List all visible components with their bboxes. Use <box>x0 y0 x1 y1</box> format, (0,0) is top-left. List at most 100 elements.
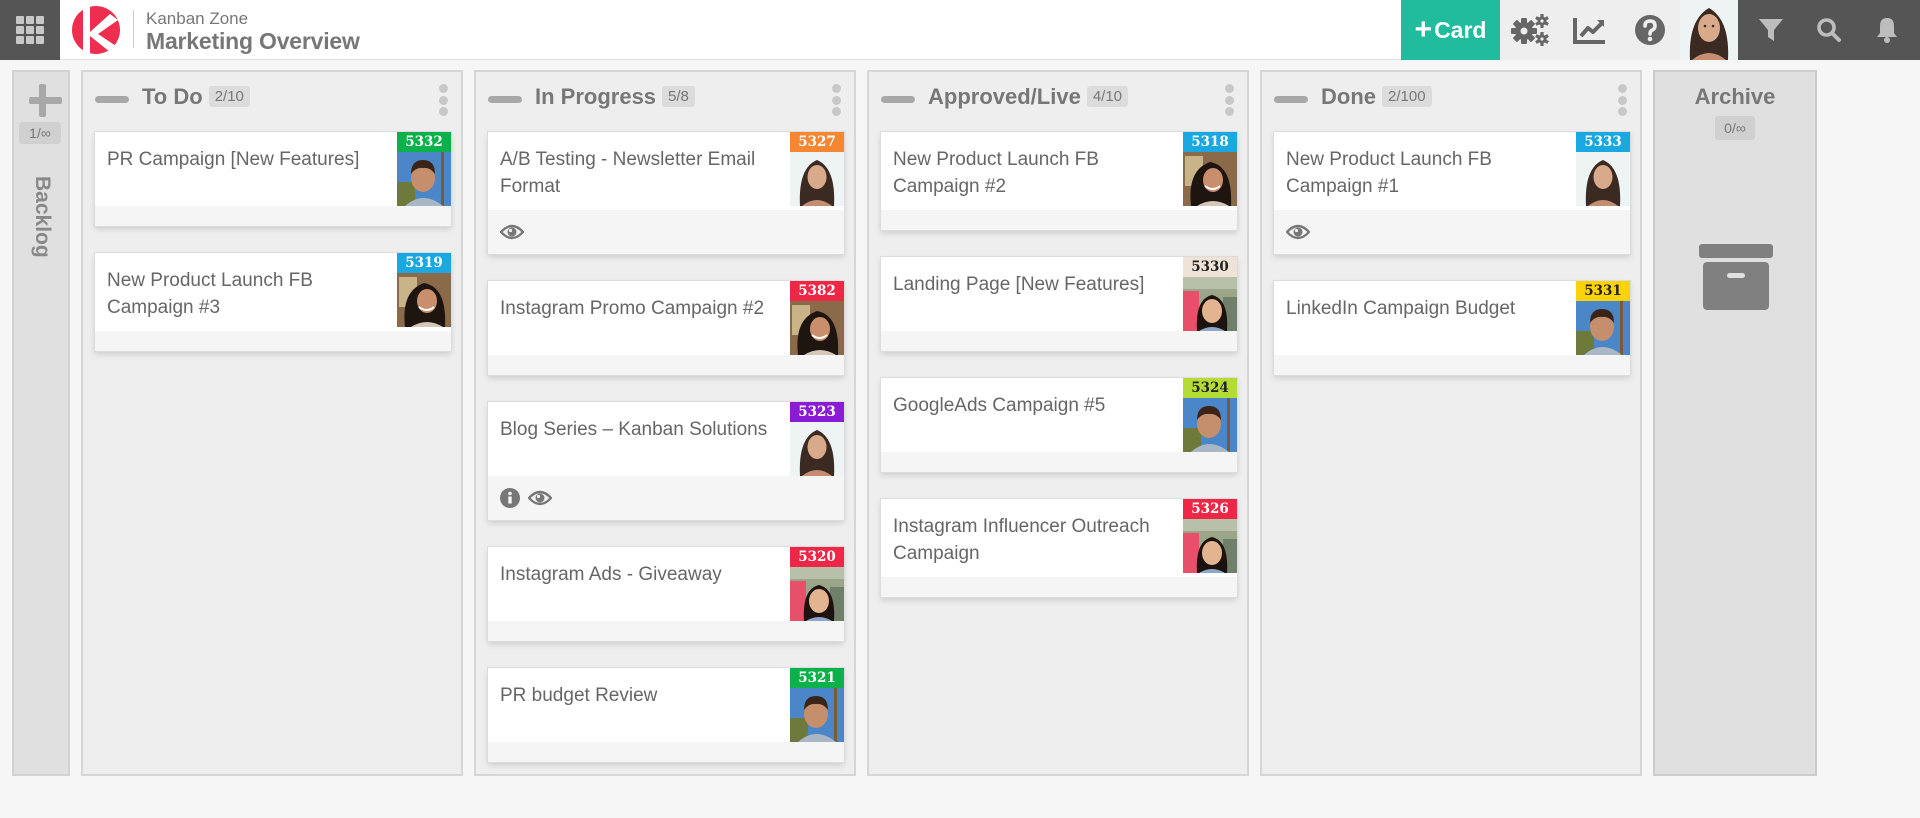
info-icon[interactable] <box>500 488 520 508</box>
collapse-column-button[interactable] <box>881 96 915 103</box>
help-button[interactable] <box>1620 0 1680 60</box>
eye-icon[interactable] <box>500 224 524 240</box>
column-title[interactable]: To Do 2/10 <box>142 84 250 110</box>
column-title[interactable]: Approved/Live 4/10 <box>928 84 1129 110</box>
board-title[interactable]: Marketing Overview <box>146 28 360 55</box>
card-id-badge: 5382 <box>790 281 844 301</box>
column-header: To Do 2/10 <box>83 72 461 122</box>
add-backlog-card-button[interactable] <box>29 84 62 117</box>
card-title: A/B Testing - Newsletter Email Format <box>500 149 756 197</box>
collapse-column-button[interactable] <box>488 96 522 103</box>
filter-icon <box>1759 19 1783 41</box>
card-title: New Product Launch FB Campaign #3 <box>107 270 313 318</box>
card-footer <box>1274 355 1630 375</box>
settings-button[interactable] <box>1500 0 1560 60</box>
card-footer <box>1274 210 1630 254</box>
card[interactable]: LinkedIn Campaign Budget 5331 <box>1274 281 1630 375</box>
column-menu-button[interactable] <box>832 84 842 116</box>
analytics-button[interactable] <box>1560 0 1620 60</box>
backlog-column[interactable]: 1/∞ Backlog <box>12 70 70 776</box>
card-title: GoogleAds Campaign #5 <box>893 395 1106 416</box>
card[interactable]: GoogleAds Campaign #5 5324 <box>881 378 1237 472</box>
card-assignee-avatar[interactable] <box>1183 519 1237 573</box>
gears-icon <box>1511 14 1549 46</box>
card[interactable]: New Product Launch FB Campaign #2 5318 <box>881 132 1237 230</box>
card-assignee-avatar[interactable] <box>790 301 844 355</box>
eye-icon[interactable] <box>528 490 552 506</box>
card-assignee-avatar[interactable] <box>397 152 451 206</box>
archive-column[interactable]: Archive 0/∞ <box>1653 70 1817 776</box>
card-footer <box>881 331 1237 351</box>
column-title-text: Done <box>1321 84 1376 109</box>
eye-icon[interactable] <box>1286 224 1310 240</box>
wip-count: 2/10 <box>208 86 250 107</box>
card[interactable]: A/B Testing - Newsletter Email Format 532… <box>488 132 844 254</box>
card-footer <box>488 210 844 254</box>
card-footer <box>95 331 451 351</box>
card-footer <box>881 452 1237 472</box>
card-footer <box>488 621 844 641</box>
card-assignee-avatar[interactable] <box>790 152 844 206</box>
card-assignee-avatar[interactable] <box>1183 398 1237 452</box>
search-icon <box>1817 18 1841 42</box>
card-title: Instagram Influencer Outreach Campaign <box>893 516 1150 564</box>
archive-title: Archive <box>1694 84 1776 109</box>
card-title: PR budget Review <box>500 685 658 706</box>
collapse-column-button[interactable] <box>95 96 129 103</box>
card-id-badge: 5326 <box>1183 499 1237 519</box>
wip-count: 5/8 <box>662 86 695 107</box>
card-footer <box>488 476 844 520</box>
card[interactable]: PR Campaign [New Features] 5332 <box>95 132 451 226</box>
card[interactable]: New Product Launch FB Campaign #3 5319 <box>95 253 451 351</box>
card-list: New Product Launch FB Campaign #2 5318 Lan… <box>881 132 1237 624</box>
card-id-badge: 5321 <box>790 668 844 688</box>
card-assignee-avatar[interactable] <box>790 422 844 476</box>
card-assignee-avatar[interactable] <box>790 688 844 742</box>
column-menu-button[interactable] <box>439 84 449 116</box>
card-title: LinkedIn Campaign Budget <box>1286 298 1516 319</box>
card-footer <box>95 206 451 226</box>
card[interactable]: New Product Launch FB Campaign #1 5333 <box>1274 132 1630 254</box>
card[interactable]: Instagram Promo Campaign #2 5382 <box>488 281 844 375</box>
card[interactable]: PR budget Review 5321 <box>488 668 844 762</box>
user-avatar[interactable] <box>1680 0 1738 60</box>
card-footer <box>488 355 844 375</box>
card[interactable]: Instagram Ads - Giveaway 5320 <box>488 547 844 641</box>
card-title: Instagram Promo Campaign #2 <box>500 298 765 319</box>
card-assignee-avatar[interactable] <box>1183 152 1237 206</box>
card-assignee-avatar[interactable] <box>1576 152 1630 206</box>
column-menu-button[interactable] <box>1225 84 1235 116</box>
card-list: A/B Testing - Newsletter Email Format 532… <box>488 132 844 789</box>
add-card-button[interactable]: + Card <box>1401 0 1500 60</box>
kanban-zone-logo[interactable] <box>72 6 120 54</box>
search-button[interactable] <box>1801 0 1857 60</box>
column-title[interactable]: In Progress 5/8 <box>535 84 695 110</box>
line-chart-icon <box>1573 18 1605 44</box>
card-assignee-avatar[interactable] <box>790 567 844 621</box>
card[interactable]: Blog Series – Kanban Solutions 5323 <box>488 402 844 520</box>
card-assignee-avatar[interactable] <box>1183 277 1237 331</box>
card-assignee-avatar[interactable] <box>397 273 451 327</box>
column-header: Approved/Live 4/10 <box>869 72 1247 122</box>
archive-wip-count: 0/∞ <box>1715 116 1755 140</box>
filter-button[interactable] <box>1743 0 1799 60</box>
wip-count: 4/10 <box>1086 86 1129 107</box>
column-header: In Progress 5/8 <box>476 72 854 122</box>
card[interactable]: Landing Page [New Features] 5330 <box>881 257 1237 351</box>
plus-icon: + <box>1414 13 1433 46</box>
card-id-badge: 5327 <box>790 132 844 152</box>
card-list: New Product Launch FB Campaign #1 5333 Lin… <box>1274 132 1630 402</box>
column-title[interactable]: Done 2/100 <box>1321 84 1432 110</box>
view-tools <box>1738 0 1920 60</box>
column-menu-button[interactable] <box>1618 84 1628 116</box>
wip-count: 2/100 <box>1382 86 1432 107</box>
user-photo <box>1680 0 1738 60</box>
card-footer <box>881 577 1237 597</box>
notifications-button[interactable] <box>1859 0 1915 60</box>
card-list: PR Campaign [New Features] 5332 New Produc… <box>95 132 451 378</box>
help-icon <box>1635 15 1665 45</box>
card[interactable]: Instagram Influencer Outreach Campaign 53… <box>881 499 1237 597</box>
apps-menu-button[interactable] <box>0 0 60 60</box>
card-assignee-avatar[interactable] <box>1576 301 1630 355</box>
collapse-column-button[interactable] <box>1274 96 1308 103</box>
